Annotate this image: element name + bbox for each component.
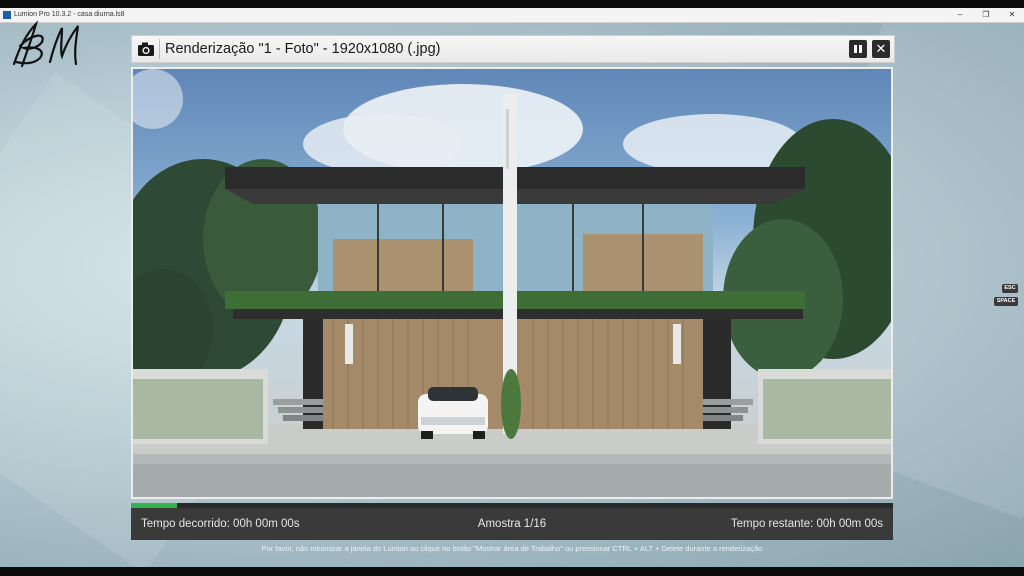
window-close-button[interactable]: ✕ — [1000, 8, 1024, 22]
render-dialog-title: Renderização "1 - Foto" - 1920x1080 (.jp… — [165, 41, 441, 57]
minimize-button[interactable]: – — [948, 8, 972, 22]
pause-button[interactable] — [849, 40, 867, 58]
close-render-button[interactable]: ✕ — [872, 40, 890, 58]
remaining-time: Tempo restante: 00h 00m 00s — [730, 518, 883, 530]
esc-key-hint: ESC — [1002, 284, 1018, 293]
render-preview-image — [133, 69, 891, 497]
render-status-bar: Tempo decorrido: 00h 00m 00s Amostra 1/1… — [131, 508, 893, 540]
signature-logo — [12, 20, 80, 68]
close-icon: ✕ — [875, 41, 887, 56]
render-dialog-header: Renderização "1 - Foto" - 1920x1080 (.jp… — [131, 35, 895, 63]
header-separator — [159, 39, 160, 59]
camera-icon — [138, 42, 154, 56]
restore-button[interactable]: ❐ — [974, 8, 998, 22]
render-warning-note: Por favor, não minimizar a janela do Lum… — [261, 544, 763, 553]
render-preview — [131, 67, 893, 499]
window-titlebar: Lumion Pro 10.3.2 - casa diurna.ls8 – ❐ … — [0, 8, 1024, 23]
space-key-hint: SPACE — [994, 297, 1018, 306]
